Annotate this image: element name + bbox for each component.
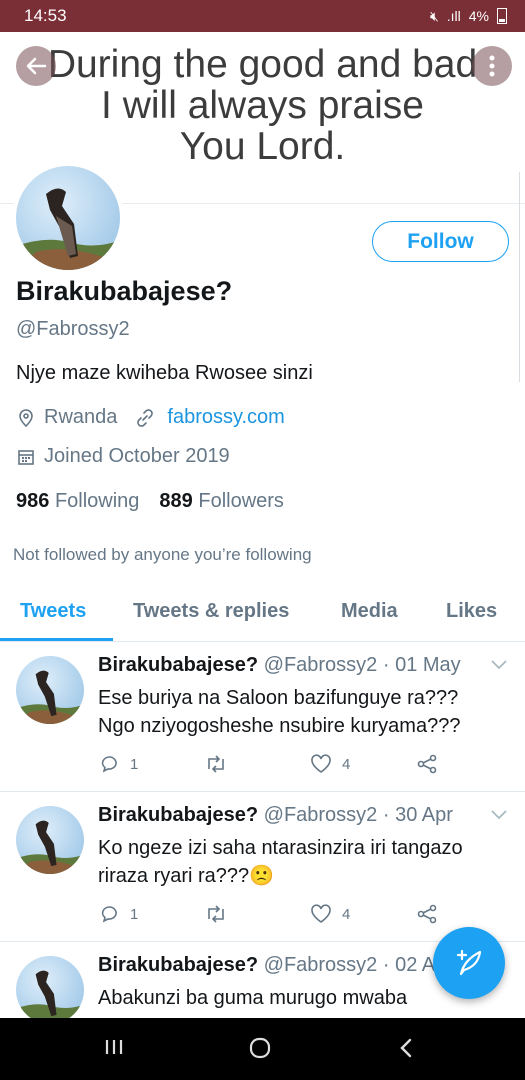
avatar-image <box>16 670 84 724</box>
more-icon <box>489 55 495 77</box>
system-nav-bar <box>0 1018 525 1080</box>
more-button[interactable] <box>472 46 512 86</box>
followers-count: 889 <box>159 490 193 512</box>
share-icon <box>417 754 437 774</box>
tweet-actions: 1 4 <box>98 754 458 778</box>
tweet-author[interactable]: Birakubabajese? <box>98 804 258 826</box>
like-icon <box>311 904 331 923</box>
like-count: 4 <box>342 755 351 773</box>
not-followed-note: Not followed by anyone you’re following <box>13 545 312 564</box>
like-button[interactable]: 4 <box>310 754 350 774</box>
battery-icon <box>497 8 507 24</box>
tweet-text: Ko ngeze izi saha ntarasinzira iri tanga… <box>98 837 463 887</box>
website-link[interactable]: fabrossy.com <box>167 406 284 429</box>
status-time: 14:53 <box>24 6 67 25</box>
reply-icon <box>101 906 117 923</box>
reply-button[interactable]: 1 <box>100 754 138 774</box>
back-button[interactable] <box>16 46 56 86</box>
reply-icon <box>101 756 117 773</box>
calendar-icon <box>18 449 34 465</box>
followers-link[interactable]: 889 Followers <box>159 490 284 513</box>
location-pin-icon <box>19 408 33 427</box>
profile-meta-location: Rwanda fabrossy.com <box>16 406 285 429</box>
share-icon <box>417 904 437 924</box>
profile-handle: @Fabrossy2 <box>16 318 130 340</box>
following-link[interactable]: 986 Following <box>16 490 139 513</box>
tweet-avatar[interactable] <box>16 956 84 1024</box>
chevron-down-icon[interactable] <box>489 658 509 672</box>
battery-level: 4% <box>468 8 489 24</box>
like-button[interactable]: 4 <box>310 904 350 924</box>
signal-icon: .ıll <box>446 8 461 24</box>
reply-count: 1 <box>130 905 139 923</box>
profile-avatar[interactable] <box>12 162 124 274</box>
tab-media[interactable]: Media <box>341 600 398 623</box>
avatar-image <box>16 970 84 1024</box>
profile-name: Birakubabajese? <box>16 276 233 306</box>
compose-icon <box>456 949 482 976</box>
tweet-item[interactable]: Birakubabajese? @Fabrossy2 · 30 Apr Ko n… <box>0 792 525 942</box>
tweet-text: Abakunzi ba guma murugo mwaba <box>98 987 408 1009</box>
followers-label: Followers <box>198 490 284 512</box>
tweet-header: Birakubabajese? @Fabrossy2 · 01 May <box>98 654 461 677</box>
tweet-author[interactable]: Birakubabajese? <box>98 654 258 676</box>
tweet-text: Ese buriya na Saloon bazifunguye ra??? N… <box>98 687 461 737</box>
joined-text: Joined October 2019 <box>44 445 230 467</box>
tab-tweets-replies[interactable]: Tweets & replies <box>133 600 289 623</box>
like-count: 4 <box>342 905 351 923</box>
profile-meta-joined: Joined October 2019 <box>16 445 230 468</box>
retweet-icon <box>208 755 224 773</box>
tweet-meta: @Fabrossy2 · 01 May <box>258 654 461 676</box>
back-arrow-icon <box>26 57 47 75</box>
status-icons: 🔇︎ .ıll 4% <box>430 8 507 25</box>
tab-tweets[interactable]: Tweets <box>20 600 86 623</box>
profile-bio: Njye maze kwiheba Rwosee sinzi <box>16 362 313 384</box>
back-icon[interactable] <box>396 1036 416 1060</box>
tab-likes[interactable]: Likes <box>446 600 497 623</box>
tweet-header: Birakubabajese? @Fabrossy2 · 30 Apr <box>98 804 453 827</box>
tweet-meta: @Fabrossy2 · 30 Apr <box>258 804 453 826</box>
chevron-down-icon[interactable] <box>489 808 509 822</box>
retweet-icon <box>208 905 224 923</box>
link-icon <box>137 408 154 427</box>
tweet-header: Birakubabajese? @Fabrossy2 · 02 A <box>98 954 435 977</box>
following-label: Following <box>54 490 140 512</box>
reply-count: 1 <box>130 755 139 773</box>
tweet-actions: 1 4 <box>98 904 458 928</box>
follow-counts: 986 Following 889 Followers <box>16 490 284 513</box>
tweet-avatar[interactable] <box>16 656 84 724</box>
tweet-author[interactable]: Birakubabajese? <box>98 954 258 976</box>
home-icon[interactable] <box>248 1036 272 1060</box>
avatar-image <box>16 820 84 874</box>
like-icon <box>311 754 331 773</box>
profile-tabs: Tweets Tweets & replies Media Likes <box>0 590 525 642</box>
scroll-indicator <box>519 172 525 382</box>
reply-button[interactable]: 1 <box>100 904 138 924</box>
avatar-image <box>16 188 120 270</box>
follow-button[interactable]: Follow <box>372 221 509 262</box>
share-button[interactable] <box>416 754 438 774</box>
tab-active-indicator <box>0 638 113 641</box>
share-button[interactable] <box>416 904 438 924</box>
compose-button[interactable] <box>433 927 505 999</box>
retweet-button[interactable] <box>204 754 228 774</box>
tweet-avatar[interactable] <box>16 806 84 874</box>
recent-apps-icon[interactable] <box>103 1036 125 1058</box>
banner-text: During the good and bad I will always pr… <box>47 43 478 168</box>
tweet-meta: @Fabrossy2 · 02 A <box>258 954 436 976</box>
retweet-button[interactable] <box>204 904 228 924</box>
status-bar: 14:53 🔇︎ .ıll 4% <box>0 0 525 32</box>
following-count: 986 <box>16 490 50 512</box>
tweet-item[interactable]: Birakubabajese? @Fabrossy2 · 01 May Ese … <box>0 642 525 792</box>
location-text: Rwanda <box>44 406 118 428</box>
mute-icon: 🔇︎ <box>429 7 439 24</box>
